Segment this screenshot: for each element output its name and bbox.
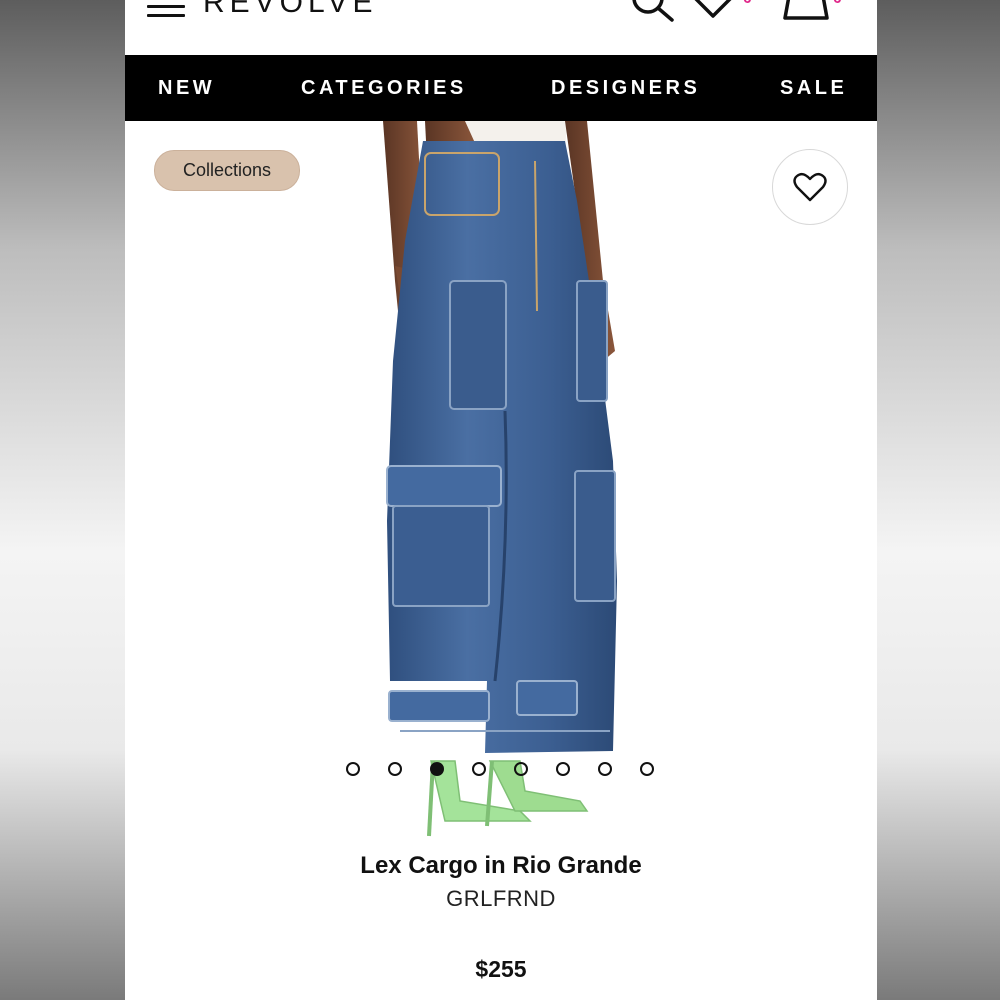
product-title: Lex Cargo in Rio Grande bbox=[360, 852, 642, 879]
heart-outline-icon bbox=[793, 172, 827, 202]
product-designer-link[interactable]: GRLFRND bbox=[125, 886, 877, 912]
nav-item-sale[interactable]: SALE bbox=[780, 77, 847, 100]
app-screen: REVOLVE 0 0 NEW CATEGORIES DESIGNERS SAL… bbox=[125, 0, 877, 1000]
nav-item-new[interactable]: NEW bbox=[158, 77, 215, 100]
top-header: REVOLVE 0 0 bbox=[125, 0, 877, 55]
nav-item-designers[interactable]: DESIGNERS bbox=[551, 77, 700, 100]
product-image[interactable] bbox=[125, 121, 877, 841]
carousel-dot[interactable] bbox=[598, 762, 612, 776]
category-nav: NEW CATEGORIES DESIGNERS SALE bbox=[125, 55, 877, 121]
carousel-dot[interactable] bbox=[388, 762, 402, 776]
carousel-dot-active[interactable] bbox=[430, 762, 444, 776]
brand-logo[interactable]: REVOLVE bbox=[203, 0, 378, 20]
wishlist-count-badge: 0 bbox=[743, 0, 752, 8]
carousel-dot[interactable] bbox=[514, 762, 528, 776]
carousel-dot[interactable] bbox=[346, 762, 360, 776]
bag-count-badge: 0 bbox=[833, 0, 842, 8]
menu-icon[interactable] bbox=[147, 0, 185, 18]
shopping-bag-icon[interactable] bbox=[783, 0, 831, 22]
heart-icon[interactable] bbox=[691, 0, 735, 20]
nav-item-categories[interactable]: CATEGORIES bbox=[301, 77, 467, 100]
background-left bbox=[0, 0, 125, 1000]
collections-chip[interactable]: Collections bbox=[154, 150, 300, 191]
background-right bbox=[877, 0, 1000, 1000]
product-price: $255 bbox=[475, 956, 527, 982]
carousel-dot[interactable] bbox=[472, 762, 486, 776]
add-to-wishlist-button[interactable] bbox=[772, 149, 848, 225]
carousel-dot[interactable] bbox=[640, 762, 654, 776]
search-icon[interactable] bbox=[628, 0, 678, 24]
carousel-dot[interactable] bbox=[556, 762, 570, 776]
